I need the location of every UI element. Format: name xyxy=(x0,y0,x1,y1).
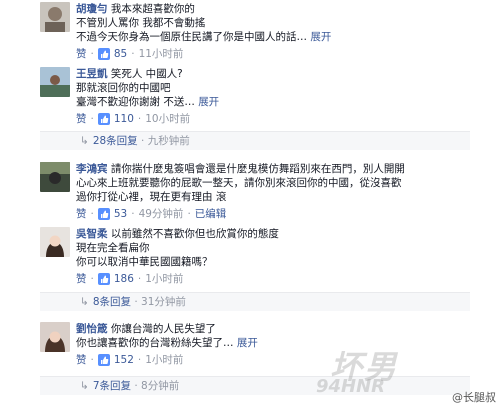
timestamp[interactable]: 10小时前 xyxy=(145,112,190,126)
avatar[interactable] xyxy=(40,227,70,257)
reply-arrow-icon: ↳ xyxy=(80,135,89,147)
thumbs-up-icon xyxy=(97,354,110,366)
reply-count[interactable]: 7条回复 xyxy=(93,380,131,392)
comment-text: 心心來上班就要聽你的屁歌一整天，請你別來滾回你的中國，從沒喜歡 xyxy=(76,177,402,189)
thumbs-up-icon xyxy=(97,48,110,60)
comment-text: 不過今天你身為一個原住民講了你是中國人的話… xyxy=(76,31,307,43)
like-count[interactable]: 186 xyxy=(114,272,134,286)
reply-time: 8分钟前 xyxy=(141,380,180,392)
like-link[interactable]: 赞 xyxy=(76,272,87,286)
comment-text: 我本來超喜歡你的 xyxy=(110,3,195,15)
comment-text: 你也讓喜歡你的台灣粉絲失望了… xyxy=(76,337,234,349)
like-count[interactable]: 85 xyxy=(114,47,127,61)
watermark-credit: @长腿叔 xyxy=(452,391,496,404)
reply-arrow-icon: ↳ xyxy=(80,296,89,308)
comment-text: 你讓台灣的人民失望了 xyxy=(110,323,216,335)
expand-link[interactable]: 展开 xyxy=(310,31,331,43)
timestamp[interactable]: 11小时前 xyxy=(139,47,184,61)
avatar[interactable] xyxy=(40,322,70,352)
comment-text: 你可以取消中華民國國籍嗎？ xyxy=(76,256,213,268)
avatar[interactable] xyxy=(40,162,70,192)
comment-text: 笑死人 中國人? xyxy=(110,68,183,80)
comment-text: 請你揣什麼鬼簽唱會還是什麼鬼模仿舞蹈別來在西門，別人開開 xyxy=(110,163,405,175)
comment-text: 那就滾回你的中國吧 xyxy=(76,82,171,94)
comment-text: 現在完全看扁你 xyxy=(76,242,150,254)
comment-text: 臺灣不歡迎你謝謝 不送… xyxy=(76,96,195,108)
commenter-name[interactable]: 胡瓊勻 xyxy=(76,3,108,15)
like-count[interactable]: 152 xyxy=(114,353,134,367)
comment-text: 過你打從心裡，現在更有理由 滾 xyxy=(76,191,227,203)
timestamp[interactable]: 49分钟前 xyxy=(139,207,184,221)
reply-count[interactable]: 28条回复 xyxy=(93,135,138,147)
avatar[interactable] xyxy=(40,2,70,32)
avatar[interactable] xyxy=(40,67,70,97)
commenter-name[interactable]: 李鴻宾 xyxy=(76,163,108,175)
like-count[interactable]: 110 xyxy=(114,112,134,126)
comment-text: 以前雖然不喜歡你但也欣賞你的態度 xyxy=(110,228,279,240)
watermark-site: 94HNR xyxy=(316,376,386,397)
replies-bar[interactable]: ↳ 8条回复 · 31分钟前 xyxy=(40,292,470,311)
like-link[interactable]: 赞 xyxy=(76,47,87,61)
replies-bar[interactable]: ↳ 28条回复 · 九秒钟前 xyxy=(40,131,470,150)
edited-link[interactable]: 已编辑 xyxy=(195,207,227,221)
reply-time: 九秒钟前 xyxy=(147,135,190,147)
timestamp[interactable]: 1小时前 xyxy=(145,353,183,367)
expand-link[interactable]: 展开 xyxy=(198,96,219,108)
comment-feed: 胡瓊勻 我本來超喜歡你的 不管別人罵你 我都不會動搖 不過今天你身為一個原住民講… xyxy=(0,0,500,407)
reply-time: 31分钟前 xyxy=(141,296,186,308)
like-count[interactable]: 53 xyxy=(114,207,127,221)
thumbs-up-icon xyxy=(97,113,110,125)
thumbs-up-icon xyxy=(97,273,110,285)
commenter-name[interactable]: 劉怡箴 xyxy=(76,323,108,335)
like-link[interactable]: 赞 xyxy=(76,207,87,221)
timestamp[interactable]: 1小时前 xyxy=(145,272,183,286)
expand-link[interactable]: 展开 xyxy=(237,337,258,349)
comment-text: 不管別人罵你 我都不會動搖 xyxy=(76,17,206,29)
reply-count[interactable]: 8条回复 xyxy=(93,296,131,308)
commenter-name[interactable]: 吳智柔 xyxy=(76,228,108,240)
replies-bar[interactable]: ↳ 7条回复 · 8分钟前 xyxy=(40,376,470,395)
thumbs-up-icon xyxy=(97,208,110,220)
reply-arrow-icon: ↳ xyxy=(80,380,89,392)
commenter-name[interactable]: 王昱凱 xyxy=(76,68,108,80)
like-link[interactable]: 赞 xyxy=(76,353,87,367)
like-link[interactable]: 赞 xyxy=(76,112,87,126)
